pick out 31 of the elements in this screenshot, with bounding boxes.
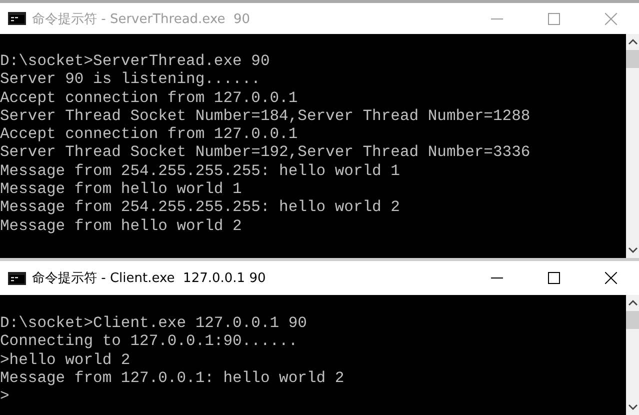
- console-line: Message from hello world 2: [0, 216, 243, 235]
- console-line: >hello world 2: [0, 350, 132, 369]
- console-line: D:\socket>Client.exe 127.0.0.1 90: [0, 314, 308, 332]
- console-line: Message from hello world 1: [0, 180, 243, 198]
- scroll-thumb[interactable]: [626, 50, 639, 68]
- scrollbar[interactable]: [626, 295, 639, 415]
- console-line: Server Thread Socket Number=192,Server Thread Number=3336: [0, 143, 532, 162]
- console-line: D:\socket>ServerThread.exe 90: [0, 52, 271, 70]
- scroll-thumb[interactable]: [626, 311, 639, 329]
- console-line: >: [0, 387, 10, 406]
- console-app-icon: [8, 272, 26, 284]
- close-icon: [604, 272, 616, 284]
- window-title: 命令提示符 - Client.exe 127.0.0.1 90: [32, 270, 266, 287]
- console-line: Server Thread Socket Number=184,Server Thread Number=1288: [0, 106, 532, 126]
- console-line: Message from 254.255.255.255: hello world 2: [0, 198, 401, 217]
- maximize-icon: [548, 12, 560, 24]
- console-line: Message from 254.255.255.255: hello world 1: [0, 162, 401, 180]
- scroll-down-icon: [628, 246, 638, 254]
- maximize-icon: [548, 272, 560, 284]
- scroll-up-icon: [628, 38, 638, 46]
- console-line: Message from 127.0.0.1: hello world 2: [0, 368, 346, 388]
- scrollbar[interactable]: [626, 34, 639, 258]
- console-line: Accept connection from 127.0.0.1: [0, 125, 299, 144]
- console-line: Connecting to 127.0.0.1:90......: [0, 332, 299, 351]
- scroll-down-icon: [628, 403, 638, 411]
- console-line: Server 90 is listening......: [0, 70, 262, 89]
- console-line: Accept connection from 127.0.0.1: [0, 88, 299, 107]
- scroll-up-icon: [628, 299, 638, 307]
- console-app-icon: [8, 12, 26, 25]
- close-icon: [604, 12, 616, 24]
- window-title: 命令提示符 - ServerThread.exe 90: [32, 10, 250, 28]
